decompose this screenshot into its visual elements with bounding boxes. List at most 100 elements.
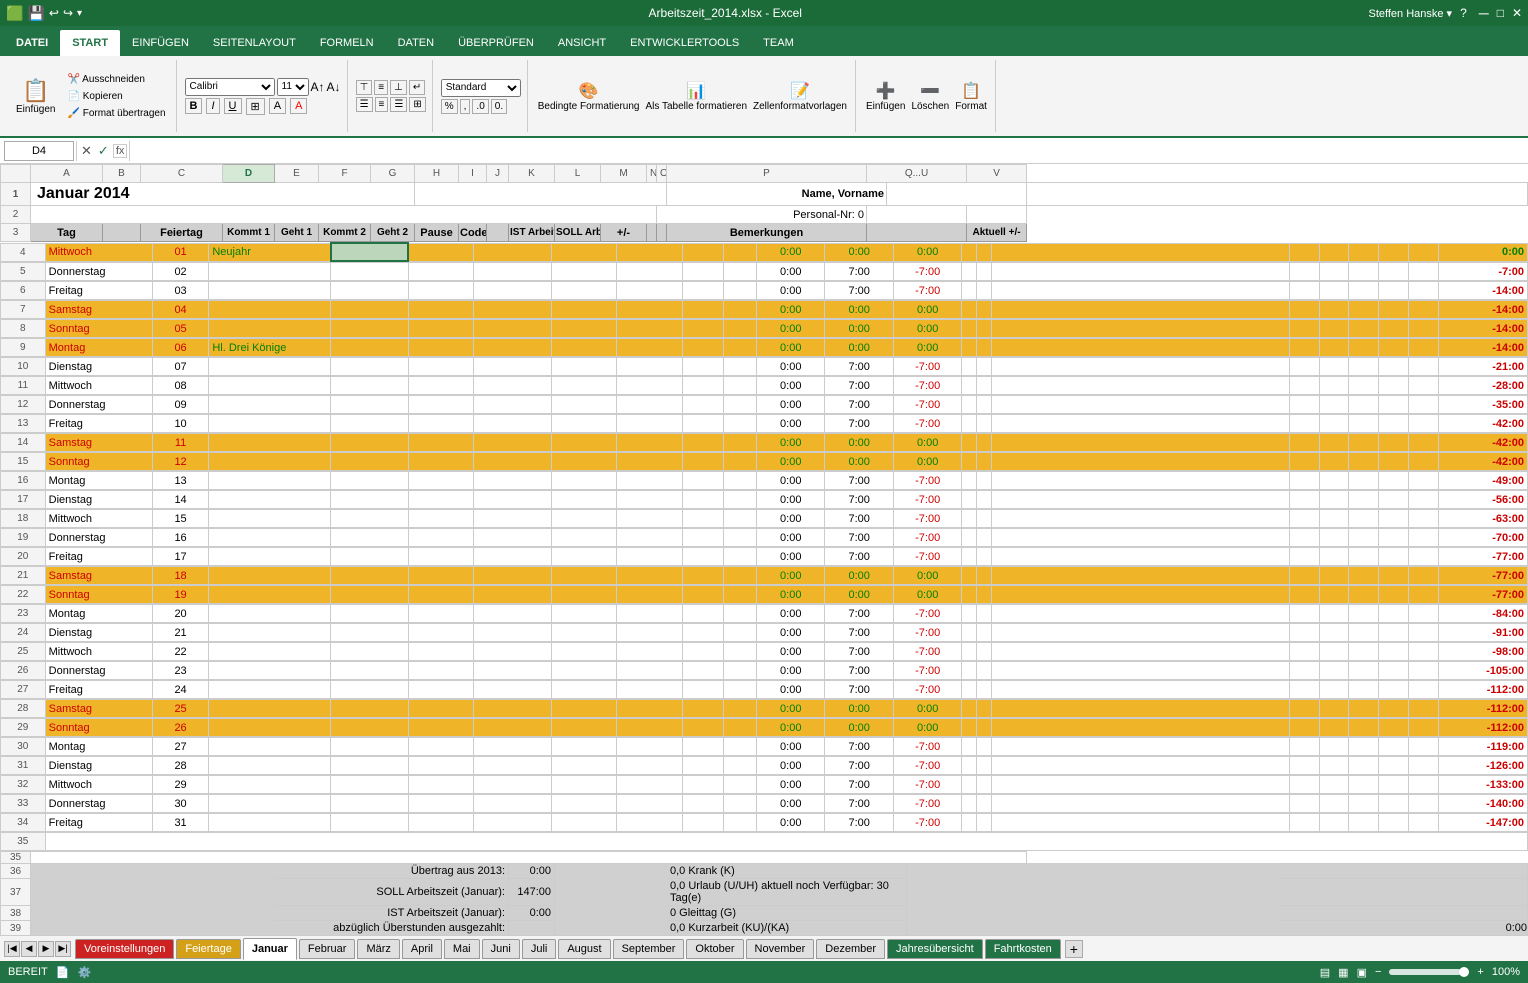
holiday-12[interactable] bbox=[209, 396, 331, 414]
italic-btn[interactable]: I bbox=[206, 98, 219, 114]
bem-31[interactable] bbox=[992, 757, 1290, 775]
align-middle-btn[interactable]: ≡ bbox=[374, 80, 388, 95]
bem-30[interactable] bbox=[992, 738, 1290, 756]
tab-team[interactable]: TEAM bbox=[751, 30, 806, 56]
tab-januar[interactable]: Januar bbox=[243, 938, 297, 960]
diff-6[interactable]: -7:00 bbox=[893, 282, 961, 300]
code-31[interactable] bbox=[682, 757, 724, 775]
num-13[interactable]: 10 bbox=[152, 415, 209, 433]
g1-28[interactable] bbox=[408, 700, 473, 718]
diff-30[interactable]: -7:00 bbox=[893, 738, 961, 756]
g1-32[interactable] bbox=[408, 776, 473, 794]
tab-seitenlayout[interactable]: SEITENLAYOUT bbox=[201, 30, 308, 56]
k2-16[interactable] bbox=[474, 472, 551, 490]
restore-btn[interactable]: □ bbox=[1497, 6, 1504, 20]
font-color-btn[interactable]: A bbox=[290, 98, 307, 114]
g2-4[interactable] bbox=[551, 243, 616, 261]
diff-7[interactable]: 0:00 bbox=[893, 301, 961, 319]
col-V-header[interactable]: V bbox=[967, 165, 1027, 183]
help-btn[interactable]: ? bbox=[1460, 6, 1467, 20]
aktuell-32[interactable]: -133:00 bbox=[1438, 776, 1527, 794]
g2-13[interactable] bbox=[551, 415, 616, 433]
holiday-27[interactable] bbox=[209, 681, 331, 699]
row-33[interactable]: 33 Donnerstag 30 0:00 7:00 -7:00 -140:00 bbox=[1, 795, 1528, 813]
num-9[interactable]: 06 bbox=[152, 339, 209, 357]
k2-32[interactable] bbox=[474, 776, 551, 794]
ist-16[interactable]: 0:00 bbox=[757, 472, 825, 490]
row-26[interactable]: 26 Donnerstag 23 0:00 7:00 -7:00 -105:00 bbox=[1, 662, 1528, 680]
k2-28[interactable] bbox=[474, 700, 551, 718]
holiday-34[interactable] bbox=[209, 814, 331, 832]
k1-11[interactable] bbox=[331, 377, 408, 395]
ist-12[interactable]: 0:00 bbox=[757, 396, 825, 414]
row-13[interactable]: 13 Freitag 10 0:00 7:00 -7:00 -42:00 bbox=[1, 415, 1528, 433]
ist-22[interactable]: 0:00 bbox=[757, 586, 825, 604]
k1-9[interactable] bbox=[331, 339, 408, 357]
k1-34[interactable] bbox=[331, 814, 408, 832]
row-5[interactable]: 5 Donnerstag 02 0:00 7:00 -7:00 -7:00 bbox=[1, 263, 1528, 281]
num-27[interactable]: 24 bbox=[152, 681, 209, 699]
diff-24[interactable]: -7:00 bbox=[893, 624, 961, 642]
day-13[interactable]: Freitag bbox=[45, 415, 152, 433]
paste-btn[interactable]: 📋 Einfügen bbox=[10, 74, 61, 119]
num-5[interactable]: 02 bbox=[152, 263, 209, 281]
g1-27[interactable] bbox=[408, 681, 473, 699]
row-14[interactable]: 14 Samstag 11 0:00 0:00 0:00 -42:00 bbox=[1, 434, 1528, 452]
underline-btn[interactable]: U bbox=[224, 98, 242, 114]
col-A-header[interactable]: A bbox=[31, 165, 103, 183]
col-P-header[interactable]: P bbox=[667, 165, 867, 183]
tab-august[interactable]: August bbox=[558, 939, 610, 959]
tab-jahresuebersicht[interactable]: Jahresübersicht bbox=[887, 939, 983, 959]
formula-insert-btn[interactable]: fx bbox=[113, 144, 128, 158]
aktuell-8[interactable]: -14:00 bbox=[1438, 320, 1527, 338]
pause-24[interactable] bbox=[617, 624, 682, 642]
code-19[interactable] bbox=[682, 529, 724, 547]
name-box[interactable] bbox=[4, 141, 74, 161]
diff-33[interactable]: -7:00 bbox=[893, 795, 961, 813]
k1-25[interactable] bbox=[331, 643, 408, 661]
pause-18[interactable] bbox=[617, 510, 682, 528]
align-right-btn[interactable]: ☰ bbox=[390, 97, 407, 112]
row-27[interactable]: 27 Freitag 24 0:00 7:00 -7:00 -112:00 bbox=[1, 681, 1528, 699]
code-34[interactable] bbox=[682, 814, 724, 832]
day-12[interactable]: Donnerstag bbox=[45, 396, 152, 414]
holiday-5[interactable] bbox=[209, 263, 331, 281]
pause-6[interactable] bbox=[617, 282, 682, 300]
diff-31[interactable]: -7:00 bbox=[893, 757, 961, 775]
tab-start[interactable]: START bbox=[60, 30, 120, 56]
g1-21[interactable] bbox=[408, 567, 473, 585]
k1-22[interactable] bbox=[331, 586, 408, 604]
k2-8[interactable] bbox=[474, 320, 551, 338]
aktuell-27[interactable]: -112:00 bbox=[1438, 681, 1527, 699]
k1-31[interactable] bbox=[331, 757, 408, 775]
day-15[interactable]: Sonntag bbox=[45, 453, 152, 471]
g2-26[interactable] bbox=[551, 662, 616, 680]
k2-10[interactable] bbox=[474, 358, 551, 376]
holiday-17[interactable] bbox=[209, 491, 331, 509]
g1-26[interactable] bbox=[408, 662, 473, 680]
aktuell-34[interactable]: -147:00 bbox=[1438, 814, 1527, 832]
zoom-in-btn[interactable]: + bbox=[1477, 966, 1483, 978]
k1-15[interactable] bbox=[331, 453, 408, 471]
diff-28[interactable]: 0:00 bbox=[893, 700, 961, 718]
k2-23[interactable] bbox=[474, 605, 551, 623]
code-13[interactable] bbox=[682, 415, 724, 433]
g1-15[interactable] bbox=[408, 453, 473, 471]
holiday-32[interactable] bbox=[209, 776, 331, 794]
ist-21[interactable]: 0:00 bbox=[757, 567, 825, 585]
pause-12[interactable] bbox=[617, 396, 682, 414]
num-4[interactable]: 01 bbox=[152, 243, 209, 261]
wrap-text-btn[interactable]: ↵ bbox=[409, 80, 425, 95]
row-12[interactable]: 12 Donnerstag 09 0:00 7:00 -7:00 -35:00 bbox=[1, 396, 1528, 414]
ist-25[interactable]: 0:00 bbox=[757, 643, 825, 661]
k2-18[interactable] bbox=[474, 510, 551, 528]
sheet-nav-left[interactable]: |◀ ◀ ▶ ▶| bbox=[4, 941, 71, 957]
g1-22[interactable] bbox=[408, 586, 473, 604]
num-28[interactable]: 25 bbox=[152, 700, 209, 718]
row-8[interactable]: 8 Sonntag 05 0:00 0:00 0:00 -14:00 bbox=[1, 320, 1528, 338]
holiday-29[interactable] bbox=[209, 719, 331, 737]
close-btn[interactable]: ✕ bbox=[1512, 6, 1522, 20]
k1-17[interactable] bbox=[331, 491, 408, 509]
pause-9[interactable] bbox=[617, 339, 682, 357]
delete-cells-btn[interactable]: ➖ Löschen bbox=[909, 79, 951, 114]
